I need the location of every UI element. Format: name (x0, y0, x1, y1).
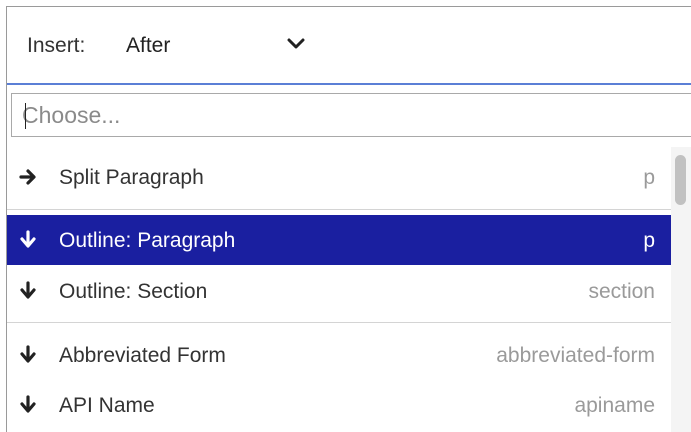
list-item-label: API Name (59, 394, 155, 417)
group-divider (7, 209, 671, 210)
text-caret (25, 103, 26, 129)
list-item-label: Outline: Paragraph (59, 229, 236, 252)
list-item-tag: abbreviated-form (496, 344, 655, 367)
list-item-tag: section (588, 280, 655, 303)
insert-position-bar: Insert: After (7, 7, 691, 85)
list-item-outline-paragraph[interactable]: Outline: Paragraph p (7, 215, 671, 265)
list-item-tag: p (643, 229, 655, 252)
list-item-split-paragraph[interactable]: Split Paragraph p (7, 152, 671, 202)
chevron-down-icon (287, 38, 305, 49)
scrollbar-thumb[interactable] (675, 155, 686, 205)
list-item-label: Abbreviated Form (59, 344, 226, 367)
insert-position-select[interactable]: After (119, 25, 319, 65)
list-item-abbreviated-form[interactable]: Abbreviated Form abbreviated-form (7, 330, 671, 380)
arrow-down-icon (20, 230, 36, 248)
list-item-api-name[interactable]: API Name apiname (7, 380, 671, 430)
list-item-label: Split Paragraph (59, 166, 204, 189)
list-item-tag: apiname (574, 394, 655, 417)
search-box (11, 93, 691, 137)
arrow-down-icon (20, 281, 36, 299)
search-input[interactable] (22, 98, 662, 132)
list-item-label: Outline: Section (59, 280, 208, 303)
element-list: Split Paragraph p Outline: Paragraph p O… (7, 147, 691, 432)
arrow-down-icon (20, 395, 36, 413)
arrow-right-icon (19, 169, 36, 185)
list-scrollbar[interactable] (671, 147, 691, 432)
insert-position-value: After (126, 34, 171, 57)
insert-dialog: Insert: After Split Paragraph p (6, 6, 691, 432)
list-item-tag: p (643, 166, 655, 189)
group-divider (7, 322, 671, 323)
list-item-outline-section[interactable]: Outline: Section section (7, 266, 671, 316)
arrow-down-icon (20, 345, 36, 363)
insert-label: Insert: (27, 34, 86, 57)
